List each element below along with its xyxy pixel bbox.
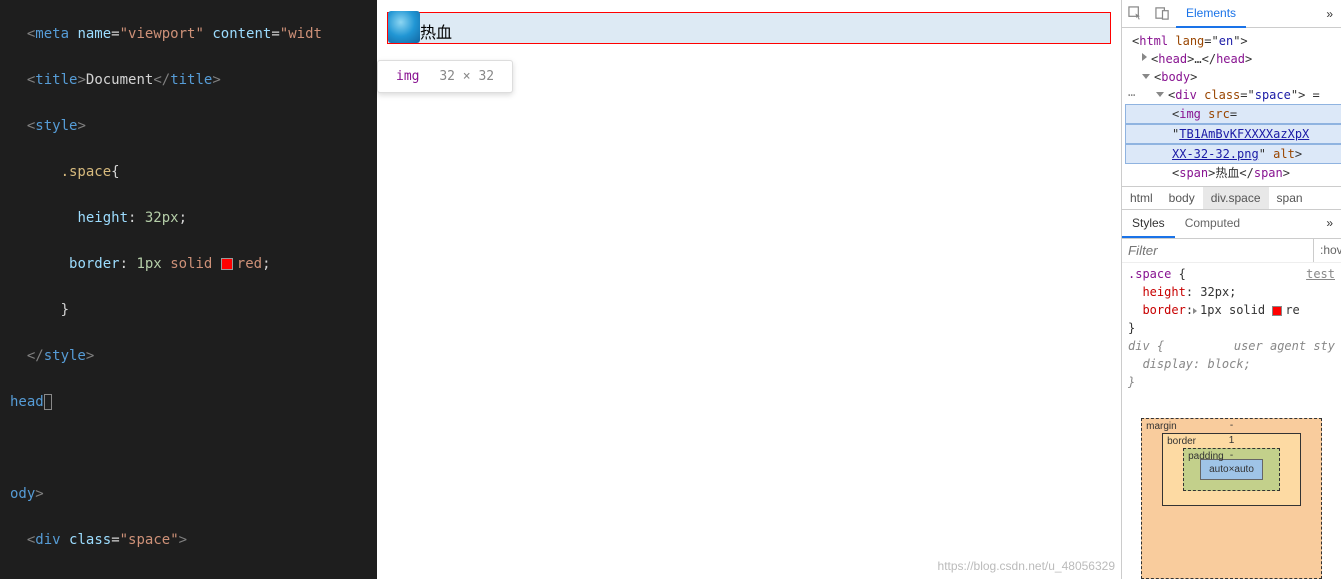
editor-line: } — [10, 299, 367, 322]
collapse-icon[interactable] — [1156, 92, 1164, 97]
editor-line: head — [10, 391, 367, 414]
crumb-span[interactable]: span — [1269, 187, 1311, 209]
expand-icon[interactable] — [1142, 53, 1147, 61]
color-swatch-icon[interactable] — [1272, 306, 1282, 316]
border-top-value: 1 — [1229, 435, 1235, 446]
watermark-text: https://blog.csdn.net/u_48056329 — [938, 559, 1115, 573]
editor-line: </style> — [10, 345, 367, 368]
element-tooltip: img 32 × 32 — [377, 60, 513, 93]
editor-line: ody> — [10, 483, 367, 506]
margin-top-value: - — [1230, 420, 1233, 431]
editor-line: <style> — [10, 115, 367, 138]
inspect-icon[interactable] — [1128, 6, 1143, 21]
editor-line: <meta name="viewport" content="widt — [10, 23, 367, 46]
device-icon[interactable] — [1155, 6, 1170, 21]
editor-line: border: 1px solid red; — [10, 253, 367, 276]
styles-tabs: Styles Computed » — [1122, 210, 1341, 239]
box-margin[interactable]: - 1 - auto×auto — [1141, 418, 1322, 579]
collapse-icon[interactable] — [1142, 74, 1150, 79]
tab-computed[interactable]: Computed — [1175, 210, 1250, 238]
editor-line: height: 32px; — [10, 207, 367, 230]
box-border[interactable]: 1 - auto×auto — [1162, 433, 1301, 506]
tooltip-dimensions: 32 × 32 — [439, 69, 494, 84]
dom-node-selected[interactable]: <img src= — [1125, 104, 1341, 124]
page-preview[interactable]: 热血 img 32 × 32 https://blog.csdn.net/u_4… — [377, 0, 1121, 579]
code-editor[interactable]: <meta name="viewport" content="widt <tit… — [0, 0, 377, 579]
space-div[interactable]: 热血 — [387, 12, 1111, 44]
box-model[interactable]: - 1 - auto×auto — [1122, 393, 1341, 579]
breadcrumb: html body div.space span — [1122, 186, 1341, 210]
box-content[interactable]: auto×auto — [1200, 459, 1263, 480]
tab-styles[interactable]: Styles — [1122, 210, 1175, 238]
expand-shorthand-icon[interactable] — [1193, 308, 1197, 314]
editor-line: <div class="space"> — [10, 529, 367, 552]
box-padding[interactable]: - auto×auto — [1183, 448, 1280, 491]
dom-node-selected[interactable]: "TB1AmBvKFXXXXazXpX — [1125, 124, 1341, 144]
cursor-icon — [44, 394, 52, 410]
dom-node-selected[interactable]: XX-32-32.png" alt> — [1125, 144, 1341, 164]
dom-node[interactable]: <head>…</head> — [1126, 50, 1341, 68]
tabs-overflow-icon[interactable]: » — [1318, 1, 1341, 27]
crumb-html[interactable]: html — [1122, 187, 1161, 209]
editor-line: .space{ — [10, 161, 367, 184]
dom-tree[interactable]: <html lang="en"> <head>…</head> <body> ⋯… — [1122, 28, 1341, 186]
ellipsis-icon[interactable]: ⋯ — [1128, 86, 1135, 104]
dom-node[interactable]: <span>热血</span> — [1126, 164, 1341, 182]
editor-line: <title>Document</title> — [10, 69, 367, 92]
styles-filter-row: :hov .c — [1122, 239, 1341, 263]
tab-elements[interactable]: Elements — [1176, 0, 1246, 28]
padding-top-value: - — [1230, 450, 1233, 461]
dom-node[interactable]: ⋯<div class="space"> = — [1126, 86, 1341, 104]
crumb-div[interactable]: div.space — [1203, 187, 1269, 209]
hov-toggle[interactable]: :hov — [1313, 239, 1341, 262]
crumb-body[interactable]: body — [1161, 187, 1203, 209]
devtools-panel: Elements » <html lang="en"> <head>…</hea… — [1121, 0, 1341, 579]
color-swatch-icon — [221, 258, 233, 270]
style-rules[interactable]: .space {test height: 32px; border:1px so… — [1122, 263, 1341, 393]
span-text: 热血 — [420, 19, 452, 43]
styles-overflow-icon[interactable]: » — [1318, 210, 1341, 238]
dom-node[interactable]: <body> — [1126, 68, 1341, 86]
editor-line — [10, 437, 367, 460]
styles-filter-input[interactable] — [1122, 239, 1313, 262]
devtools-toolbar: Elements » — [1122, 0, 1341, 28]
editor-line: <img src="TB1AmBvKFXXXXazXpXXXXXX — [10, 575, 367, 579]
earth-image[interactable] — [388, 11, 420, 43]
tooltip-tag: img — [396, 69, 419, 84]
dom-node[interactable]: <html lang="en"> — [1126, 32, 1341, 50]
